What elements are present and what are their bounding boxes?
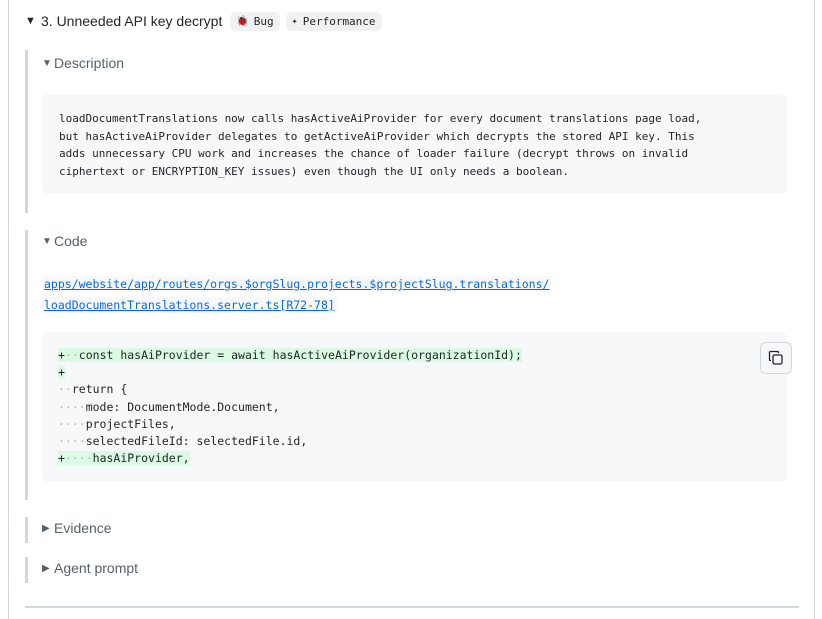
issue-header[interactable]: ▼ 3. Unneeded API key decrypt 🐞 Bug ✦ Pe… <box>25 10 388 32</box>
diff-marker: + <box>58 348 65 362</box>
bug-tag-label: Bug <box>253 14 274 28</box>
section-divider <box>25 606 799 608</box>
code-text: const hasAiProvider = await hasActiveAiP… <box>78 348 522 362</box>
copy-icon <box>768 350 783 365</box>
file-path-link-line2[interactable]: loadDocumentTranslations.server.ts[R72-7… <box>42 297 337 313</box>
performance-tag-label: Performance <box>302 14 376 28</box>
description-toggle[interactable]: ▼ Description <box>42 55 124 71</box>
collapse-caret-icon[interactable]: ▼ <box>25 15 41 27</box>
whitespace-marker: ·· <box>58 382 72 397</box>
chevron-right-icon: ▶ <box>42 522 50 534</box>
code-line: ····mode: DocumentMode.Document, <box>58 399 787 416</box>
issue-title: 3. Unneeded API key decrypt <box>41 13 223 29</box>
code-line: ··return { <box>58 381 787 398</box>
code-text: hasAiProvider, <box>92 451 190 466</box>
diff-marker: + <box>58 365 65 380</box>
evidence-label: Evidence <box>54 520 112 536</box>
code-line-added: +··const hasAiProvider = await hasActive… <box>58 347 787 364</box>
whitespace-marker: ···· <box>64 451 93 466</box>
description-label: Description <box>54 55 125 71</box>
code-line: ····projectFiles, <box>58 416 787 433</box>
description-text: loadDocumentTranslations now calls hasAc… <box>42 94 787 194</box>
code-text: selectedFileId: selectedFile.id, <box>85 433 308 448</box>
agent-prompt-label: Agent prompt <box>54 560 139 576</box>
code-text: mode: DocumentMode.Document, <box>85 399 280 414</box>
code-lines: +··const hasAiProvider = await hasActive… <box>58 347 787 467</box>
code-section: ▼ Code apps/website/app/routes/orgs.$org… <box>25 230 795 500</box>
agent-prompt-toggle[interactable]: ▶ Agent prompt <box>42 560 138 576</box>
whitespace-marker: ···· <box>58 433 86 448</box>
code-line: ····selectedFileId: selectedFile.id, <box>58 433 787 450</box>
code-line-added: +····hasAiProvider, <box>58 450 787 467</box>
code-toggle[interactable]: ▼ Code <box>42 233 87 249</box>
agent-prompt-section: ▶ Agent prompt <box>25 557 795 583</box>
chevron-down-icon: ▼ <box>42 57 52 69</box>
copy-button[interactable] <box>760 342 792 374</box>
chevron-right-icon: ▶ <box>42 562 50 574</box>
whitespace-marker: ·· <box>64 348 79 362</box>
evidence-section: ▶ Evidence <box>25 517 795 543</box>
description-section: ▼ Description loadDocumentTranslations n… <box>25 50 795 213</box>
performance-tag: ✦ Performance <box>285 11 382 31</box>
sparkle-icon: ✦ <box>291 15 298 27</box>
code-snippet: +··const hasAiProvider = await hasActive… <box>42 332 792 482</box>
code-label: Code <box>54 233 88 249</box>
code-text: projectFiles, <box>85 416 176 431</box>
evidence-toggle[interactable]: ▶ Evidence <box>42 520 112 536</box>
file-path-link[interactable]: apps/website/app/routes/orgs.$orgSlug.pr… <box>42 276 552 292</box>
code-line-added: + <box>58 364 787 381</box>
chevron-down-icon: ▼ <box>42 235 52 247</box>
bug-icon: 🐞 <box>236 15 249 27</box>
whitespace-marker: ···· <box>58 416 86 431</box>
whitespace-marker: ···· <box>58 399 86 414</box>
diff-marker: + <box>58 451 65 466</box>
bug-tag: 🐞 Bug <box>230 11 280 31</box>
code-text: return { <box>71 382 128 397</box>
